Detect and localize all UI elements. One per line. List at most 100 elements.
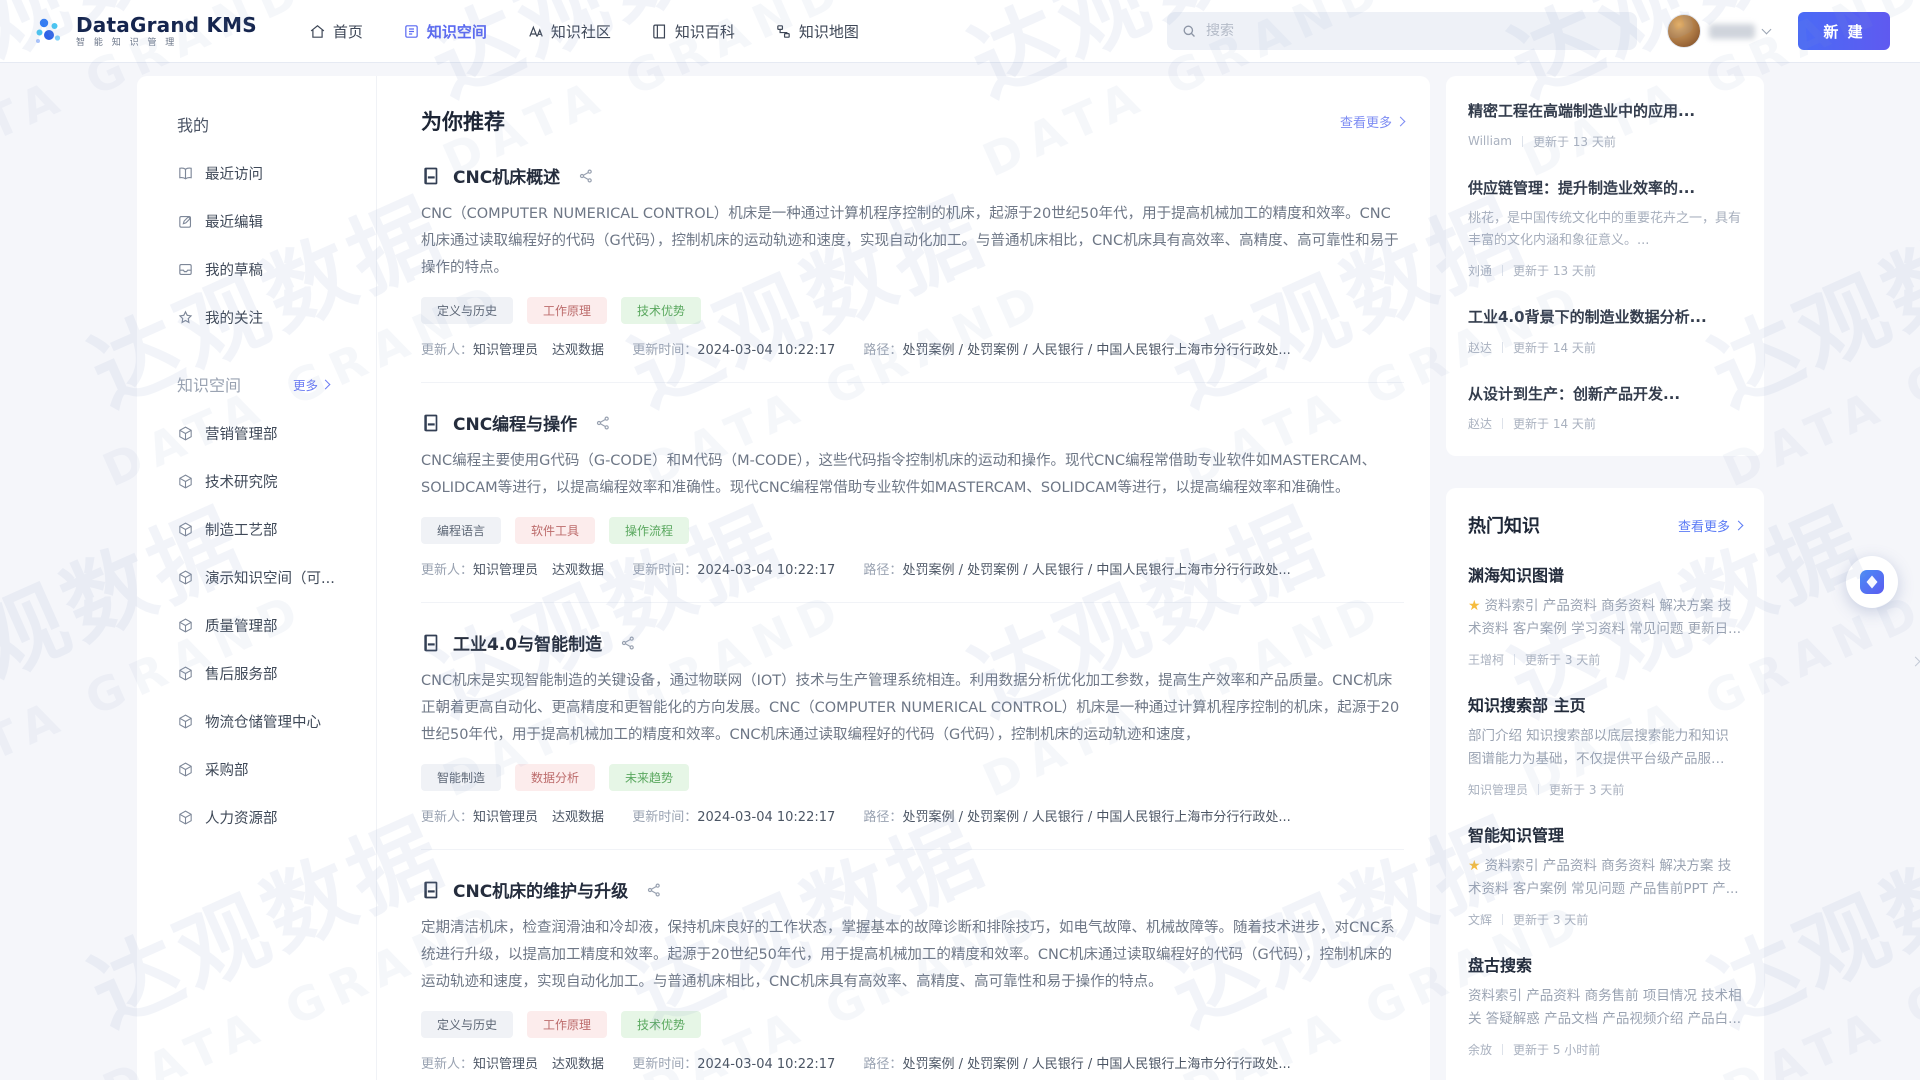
sidebar-section-my: 我的: [177, 112, 362, 136]
sidebar-space-hr[interactable]: 人力资源部: [177, 807, 362, 828]
knowledge-space-icon: [403, 23, 420, 40]
hot-item-desc: 资料索引 产品资料 商务售前 项目情况 技术相关 答疑解惑 产品文档 产品视频介…: [1468, 985, 1742, 1031]
sidebar-space-logistics[interactable]: 物流仓储管理中心: [177, 711, 362, 732]
nav-item-knowledge-map[interactable]: 知识地图: [775, 21, 859, 42]
article-tag[interactable]: 编程语言: [421, 517, 501, 544]
nav-item-home[interactable]: 首页: [309, 21, 363, 42]
sidebar-item-my-drafts[interactable]: 我的草稿: [177, 259, 362, 280]
nav-item-community[interactable]: 知识社区: [527, 21, 611, 42]
updated-time: 更新于 5 小时前: [1513, 1041, 1600, 1058]
article-tag[interactable]: 定义与历史: [421, 297, 513, 324]
panel-expand-handle[interactable]: [1912, 650, 1919, 669]
share-icon[interactable]: [595, 415, 611, 431]
recommend-item[interactable]: 工业4.0背景下的制造业数据分析... 赵达更新于 14 天前: [1468, 306, 1742, 356]
article-tag[interactable]: 技术优势: [621, 297, 701, 324]
ai-assistant-button[interactable]: [1846, 556, 1898, 608]
recommend-item-title[interactable]: 工业4.0背景下的制造业数据分析...: [1468, 306, 1742, 329]
article-tag[interactable]: 工作原理: [527, 297, 607, 324]
article-title[interactable]: 工业4.0与智能制造: [453, 630, 602, 655]
sidebar-item-label: 质量管理部: [205, 615, 278, 636]
logo[interactable]: DataGrand KMS 智 能 知 识 管 理: [30, 13, 257, 49]
sidebar-section-spaces: 知识空间 更多: [177, 372, 362, 396]
feed-view-more-link[interactable]: 查看更多: [1340, 112, 1404, 131]
recommend-feed: 为你推荐 查看更多 CNC机床概述 CNC（COMPUTER NUMERICAL…: [377, 76, 1430, 1080]
sidebar-space-quality[interactable]: 质量管理部: [177, 615, 362, 636]
hot-item-title[interactable]: 智能知识管理: [1468, 822, 1742, 846]
view-more-label: 查看更多: [1340, 112, 1392, 131]
hot-item[interactable]: 盘古搜索 资料索引 产品资料 商务售前 项目情况 技术相关 答疑解惑 产品文档 …: [1468, 952, 1742, 1058]
updated-time: 更新于 13 天前: [1533, 133, 1616, 150]
sidebar-space-marketing[interactable]: 营销管理部: [177, 423, 362, 444]
recommend-item-title[interactable]: 精密工程在高端制造业中的应用...: [1468, 100, 1742, 123]
nav-item-label: 知识地图: [799, 21, 859, 42]
hot-item[interactable]: 渊海知识图谱 ★资料索引 产品资料 商务资料 解决方案 技术资料 客户案例 学习…: [1468, 562, 1742, 668]
share-icon[interactable]: [620, 635, 636, 651]
article-tag[interactable]: 操作流程: [609, 517, 689, 544]
sidebar-item-my-follows[interactable]: 我的关注: [177, 307, 362, 328]
page-body: 我的 最近访问 最近编辑 我的草稿 我的关注: [137, 76, 1920, 1080]
author: 文辉: [1468, 911, 1492, 928]
recommend-item-title[interactable]: 供应链管理：提升制造业效率的...: [1468, 177, 1742, 200]
article-title[interactable]: CNC机床概述: [453, 163, 560, 188]
search-input[interactable]: [1206, 23, 1623, 39]
article-tag[interactable]: 智能制造: [421, 764, 501, 791]
nav-item-label: 首页: [333, 21, 363, 42]
article-tag[interactable]: 软件工具: [515, 517, 595, 544]
sidebar-space-manufacturing[interactable]: 制造工艺部: [177, 519, 362, 540]
user-menu[interactable]: [1667, 14, 1770, 48]
article-card: 工业4.0与智能制造 CNC机床是实现智能制造的关键设备，通过物联网（IOT）技…: [421, 603, 1404, 850]
chevron-down-icon: [1762, 25, 1772, 35]
author: 王增柯: [1468, 651, 1504, 668]
hot-item[interactable]: 知识搜索部 主页 部门介绍 知识搜索部以底层搜索能力和知识图谱能力为基础，不仅提…: [1468, 692, 1742, 798]
article-meta: 更新人：知识管理员达观数据 更新时间：2024-03-04 10:22:17 路…: [421, 806, 1404, 825]
article-tag[interactable]: 工作原理: [527, 1011, 607, 1038]
hot-item-title[interactable]: 盘古搜索: [1468, 952, 1742, 976]
article-summary: CNC机床是实现智能制造的关键设备，通过物联网（IOT）技术与生产管理系统相连。…: [421, 668, 1404, 749]
recommend-item-title[interactable]: 从设计到生产：创新产品开发...: [1468, 383, 1742, 406]
recommend-item-desc: 桃花，是中国传统文化中的重要花卉之一，具有丰富的文化内涵和象征意义。...: [1468, 208, 1742, 252]
content-sheet: 我的 最近访问 最近编辑 我的草稿 我的关注: [137, 76, 1430, 1080]
document-icon: [421, 633, 441, 653]
share-icon[interactable]: [646, 882, 662, 898]
article-title[interactable]: CNC编程与操作: [453, 410, 577, 435]
sidebar-section-spaces-title: 知识空间: [177, 372, 241, 396]
spaces-more-link[interactable]: 更多: [293, 375, 329, 394]
share-icon[interactable]: [578, 168, 594, 184]
sidebar-space-procurement[interactable]: 采购部: [177, 759, 362, 780]
article-path[interactable]: 处罚案例 / 处罚案例 / 人民银行 / 中国人民银行上海市分行行政处...: [902, 343, 1290, 358]
cube-icon: [177, 713, 194, 730]
sidebar-space-tech-institute[interactable]: 技术研究院: [177, 471, 362, 492]
article-summary: CNC（COMPUTER NUMERICAL CONTROL）机床是一种通过计算…: [421, 201, 1404, 282]
article-path[interactable]: 处罚案例 / 处罚案例 / 人民银行 / 中国人民银行上海市分行行政处...: [902, 810, 1290, 825]
article-tag[interactable]: 未来趋势: [609, 764, 689, 791]
recommend-item[interactable]: 精密工程在高端制造业中的应用... William更新于 13 天前: [1468, 100, 1742, 150]
sidebar-item-recent-visits[interactable]: 最近访问: [177, 163, 362, 184]
edit-icon: [177, 213, 194, 230]
article-path[interactable]: 处罚案例 / 处罚案例 / 人民银行 / 中国人民银行上海市分行行政处...: [902, 563, 1290, 578]
avatar[interactable]: [1667, 14, 1701, 48]
cube-icon: [177, 761, 194, 778]
hot-view-more-link[interactable]: 查看更多: [1678, 516, 1742, 535]
nav-item-wiki[interactable]: 知识百科: [651, 21, 735, 42]
search-bar[interactable]: [1167, 12, 1637, 50]
sidebar-item-label: 技术研究院: [205, 471, 278, 492]
recommend-item[interactable]: 从设计到生产：创新产品开发... 赵达更新于 14 天前: [1468, 383, 1742, 433]
hot-item-title[interactable]: 知识搜索部 主页: [1468, 692, 1742, 716]
sidebar-item-recent-edits[interactable]: 最近编辑: [177, 211, 362, 232]
new-button[interactable]: 新 建: [1798, 12, 1890, 50]
hot-item[interactable]: 智能知识管理 ★资料索引 产品资料 商务资料 解决方案 技术资料 客户案例 常见…: [1468, 822, 1742, 928]
sidebar-space-demo[interactable]: 演示知识空间（可...: [177, 567, 362, 588]
nav-item-knowledge-space[interactable]: 知识空间: [403, 21, 487, 42]
hot-item-title[interactable]: 渊海知识图谱: [1468, 562, 1742, 586]
article-title[interactable]: CNC机床的维护与升级: [453, 877, 628, 902]
article-tag[interactable]: 技术优势: [621, 1011, 701, 1038]
recommend-item[interactable]: 供应链管理：提升制造业效率的... 桃花，是中国传统文化中的重要花卉之一，具有丰…: [1468, 177, 1742, 280]
article-tag[interactable]: 定义与历史: [421, 1011, 513, 1038]
main-menu: 首页 知识空间 知识社区 知识百科 知识地图: [309, 21, 859, 42]
hot-item-desc: ★资料索引 产品资料 商务资料 解决方案 技术资料 客户案例 学习资料 常见问题…: [1468, 595, 1742, 641]
document-icon: [421, 880, 441, 900]
hot-item-desc: 部门介绍 知识搜索部以底层搜索能力和知识图谱能力为基础，不仅提供平台级产品服务，…: [1468, 725, 1742, 771]
article-path[interactable]: 处罚案例 / 处罚案例 / 人民银行 / 中国人民银行上海市分行行政处...: [902, 1057, 1290, 1072]
sidebar-space-aftersales[interactable]: 售后服务部: [177, 663, 362, 684]
article-tag[interactable]: 数据分析: [515, 764, 595, 791]
